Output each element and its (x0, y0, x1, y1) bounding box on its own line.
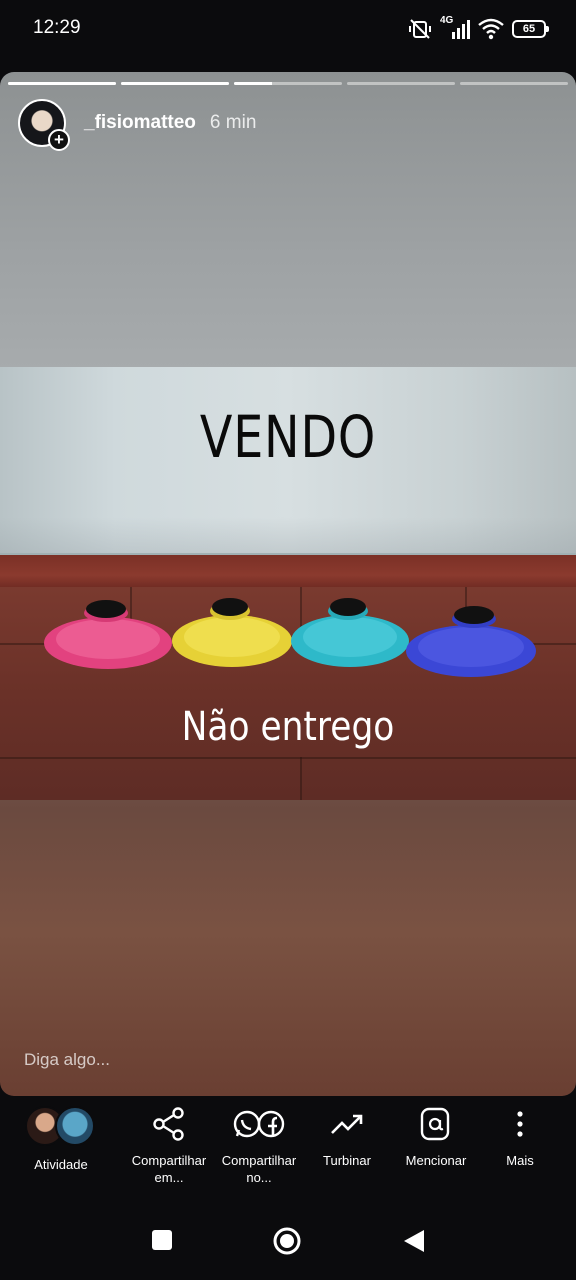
add-icon[interactable]: + (48, 129, 70, 151)
status-time: 12:29 (33, 17, 81, 38)
progress-segment (347, 82, 455, 85)
avatar[interactable]: + (18, 99, 70, 151)
boost-label: Turbinar (323, 1153, 371, 1168)
whatsapp-facebook-icon (233, 1110, 285, 1138)
wifi-icon (478, 18, 504, 40)
story-photo: VENDO Não entrego (0, 367, 576, 800)
progress-segment (8, 82, 116, 85)
progress-segment-current (234, 82, 342, 85)
share-label-2: em... (154, 1170, 184, 1185)
recent-apps-icon[interactable] (150, 1228, 174, 1252)
viewer-avatars (25, 1106, 97, 1146)
mute-vibrate-icon (409, 19, 431, 39)
back-icon[interactable] (402, 1228, 426, 1254)
story-text-vendo: VENDO (199, 403, 377, 471)
story-header: + _fisiomatteo 6 min (18, 98, 257, 151)
story-text-nao-entrego: Não entrego (181, 704, 395, 750)
activity-button[interactable]: Atividade (24, 1106, 98, 1173)
share-icon (153, 1107, 184, 1141)
share-button[interactable]: Compartilhar em... (124, 1106, 214, 1186)
mention-icon (420, 1107, 450, 1141)
progress-segment (121, 82, 229, 85)
cone-blue (406, 606, 536, 677)
battery-level: 65 (522, 23, 536, 35)
username[interactable]: _fisiomatteo (84, 112, 196, 134)
share-on-label-2: no... (246, 1170, 272, 1185)
story-progress (8, 82, 568, 86)
cone-yellow (172, 598, 292, 667)
wall-shadow (0, 517, 576, 557)
more-vertical-icon (517, 1111, 523, 1137)
more-label: Mais (506, 1153, 534, 1168)
mention-button[interactable]: Mencionar (396, 1106, 476, 1169)
share-on-label: Compartilhar (221, 1153, 297, 1168)
mention-label: Mencionar (405, 1153, 467, 1168)
post-time: 6 min (209, 112, 257, 133)
signal-icon: 4G (440, 15, 470, 40)
status-bar: 12:29 4G 65 (0, 0, 576, 58)
more-button[interactable]: Mais (496, 1106, 544, 1169)
cone-pink (44, 600, 172, 669)
system-nav-bar (0, 1206, 576, 1280)
reply-input[interactable]: Diga algo... (24, 1050, 110, 1070)
status-icons: 4G 65 (408, 15, 549, 42)
story-view[interactable]: + _fisiomatteo 6 min VENDO Não entrego D… (0, 72, 576, 1096)
cone-teal (291, 598, 409, 667)
home-icon[interactable] (272, 1226, 302, 1256)
baseboard (0, 553, 576, 589)
progress-segment (460, 82, 568, 85)
boost-button[interactable]: Turbinar (308, 1106, 386, 1169)
story-actions-bar: Atividade Compartilhar em... Compartilha… (0, 1096, 576, 1206)
battery-icon: 65 (512, 20, 549, 38)
trending-up-icon (331, 1114, 363, 1134)
viewer-avatar (55, 1106, 95, 1146)
share-label: Compartilhar (131, 1153, 207, 1168)
activity-label: Atividade (34, 1157, 88, 1172)
share-whatsapp-facebook-button[interactable]: Compartilhar no... (214, 1106, 304, 1186)
